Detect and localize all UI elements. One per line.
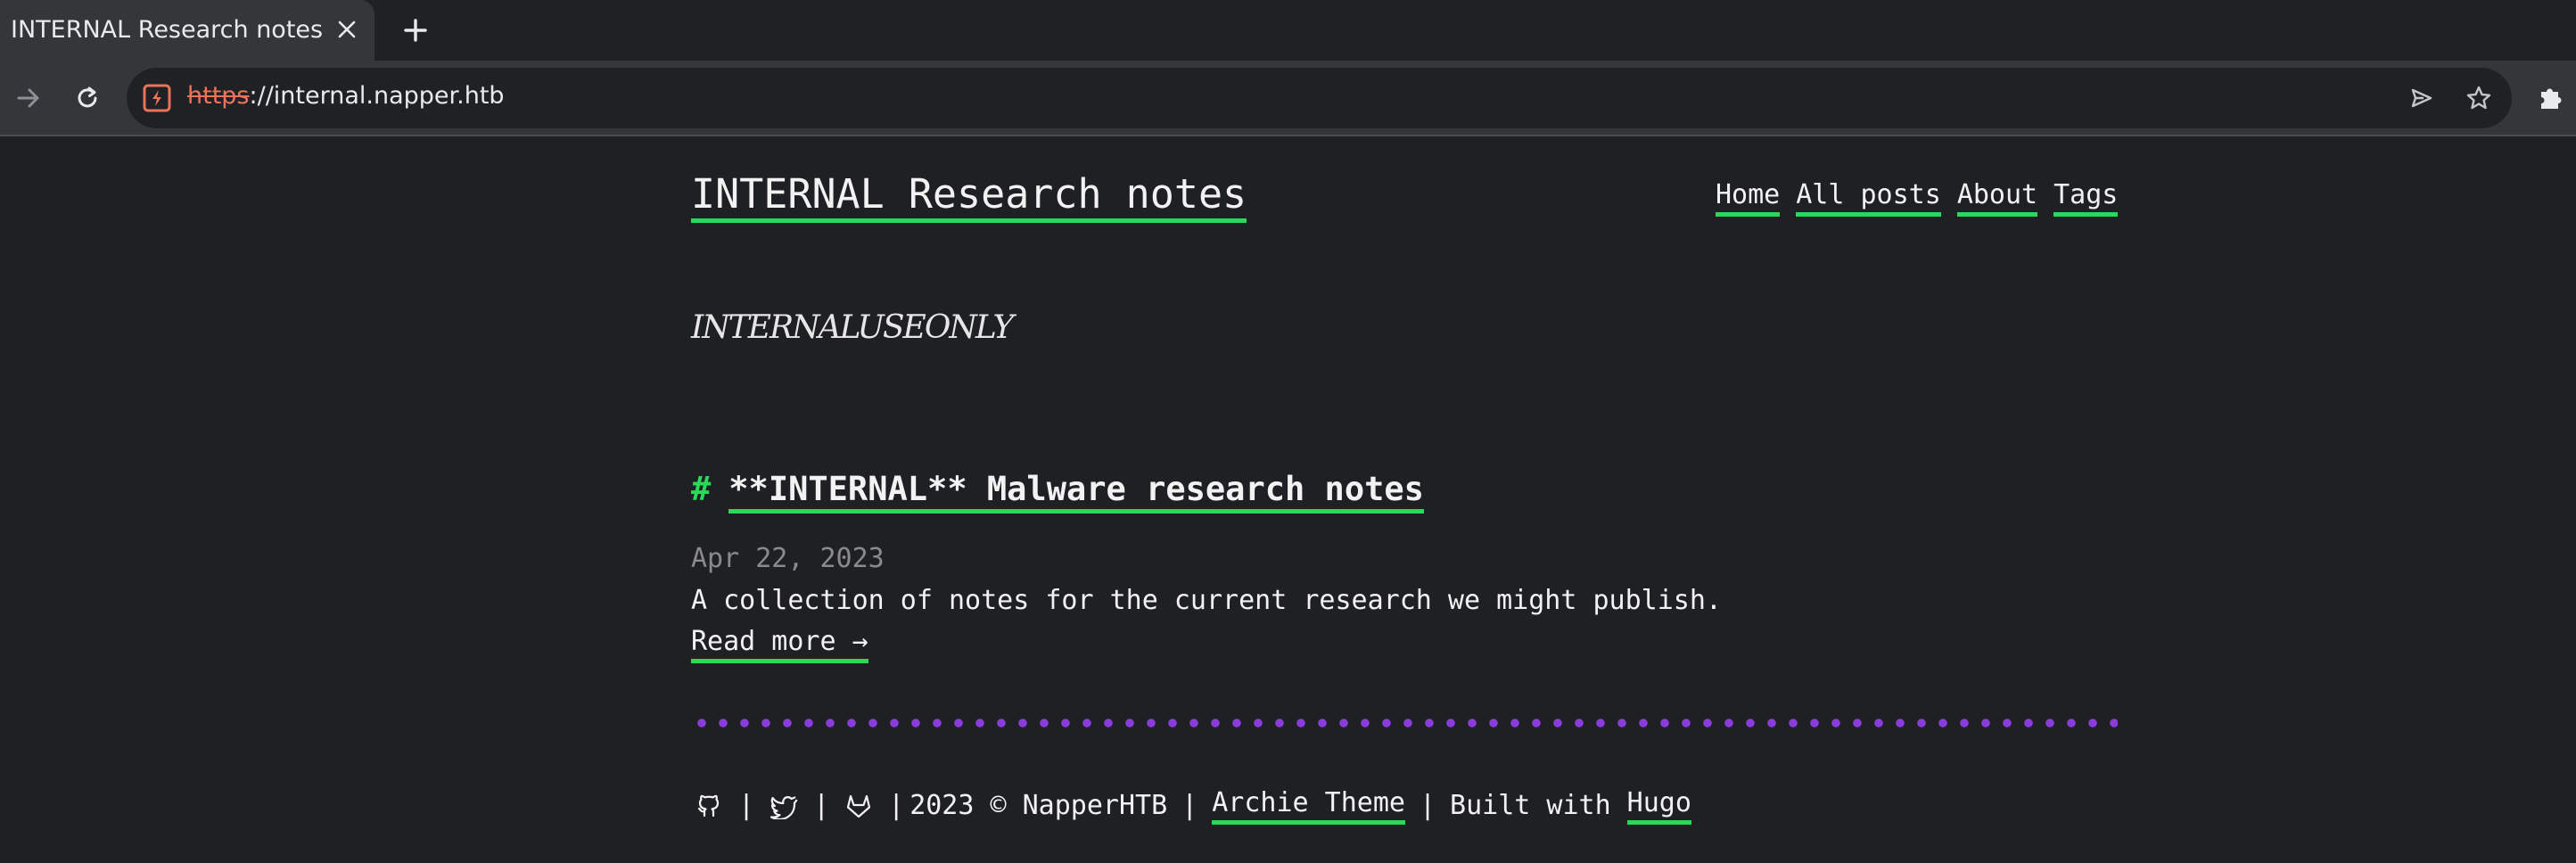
nav-home[interactable]: Home [1716, 179, 1781, 217]
footer-separator: | [1181, 790, 1198, 821]
new-tab-icon[interactable] [398, 12, 433, 48]
footer-separator: | [738, 790, 755, 821]
site-tagline: INTERNALUSEONLY [691, 309, 1014, 346]
extensions-puzzle-icon[interactable] [2529, 77, 2572, 119]
archie-theme-link[interactable]: Archie Theme [1212, 787, 1405, 825]
github-icon[interactable] [694, 791, 724, 821]
post-date: Apr 22, 2023 [691, 543, 885, 574]
footer-separator: | [888, 790, 905, 821]
twitter-icon[interactable] [769, 791, 799, 821]
not-secure-icon[interactable] [141, 82, 173, 114]
read-more-link[interactable]: Read more → [691, 626, 868, 663]
url-host: ://internal.napper.htb [249, 82, 505, 110]
browser-toolbar: https://internal.napper.htb [0, 61, 2576, 136]
tab-strip: INTERNAL Research notes | [0, 0, 2576, 61]
post-hash: # [691, 470, 712, 508]
nav-tags[interactable]: Tags [2053, 179, 2119, 217]
hugo-link[interactable]: Hugo [1626, 787, 1691, 825]
nav-about[interactable]: About [1956, 179, 2038, 217]
reload-icon[interactable] [66, 77, 109, 119]
footer-separator: | [1419, 790, 1436, 821]
main-nav: Home All posts About Tags [1716, 179, 2119, 217]
close-tab-icon[interactable] [332, 14, 362, 45]
post-title: # **INTERNAL** Malware research notes [691, 470, 1424, 514]
browser-tab[interactable]: INTERNAL Research notes | [0, 0, 374, 61]
nav-all-posts[interactable]: All posts [1796, 179, 1941, 217]
address-bar[interactable]: https://internal.napper.htb [127, 68, 2512, 128]
url-scheme: https [187, 82, 250, 110]
send-icon[interactable] [2406, 82, 2438, 114]
post-title-link[interactable]: **INTERNAL** Malware research notes [728, 470, 1424, 514]
footer-built-with: Built with [1450, 790, 1611, 821]
bookmark-star-icon[interactable] [2463, 82, 2495, 114]
url-text[interactable]: https://internal.napper.htb [187, 82, 505, 110]
footer-separator: | [813, 790, 830, 821]
footer-copyright: 2023 © NapperHTB [909, 790, 1168, 821]
footer: | | | 2023 © NapperHTB | Archie Theme | … [694, 787, 1691, 825]
tab-title: INTERNAL Research notes | [11, 16, 323, 44]
page-content: INTERNAL Research notes Home All posts A… [0, 138, 2576, 863]
gitlab-icon[interactable] [844, 791, 874, 821]
post-summary: A collection of notes for the current re… [691, 585, 1722, 616]
dotted-divider [691, 718, 2118, 728]
forward-arrow-icon[interactable] [7, 77, 50, 119]
site-title-link[interactable]: INTERNAL Research notes [691, 171, 1247, 223]
